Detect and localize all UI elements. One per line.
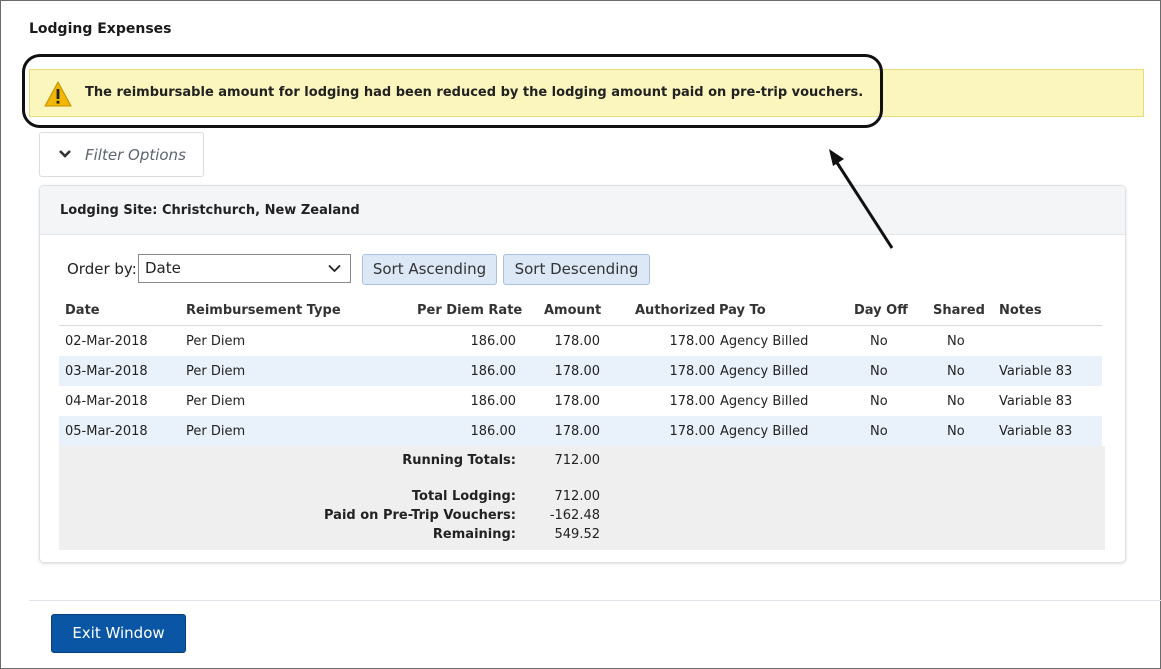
cell-pay-to: Agency Billed — [720, 424, 809, 439]
paid-pre-trip-label: Paid on Pre-Trip Vouchers: — [324, 508, 516, 523]
chevron-down-icon — [328, 264, 341, 273]
table-row[interactable]: 04-Mar-2018 Per Diem 186.00 178.00 178.0… — [59, 386, 1102, 416]
cell-authorized: 178.00 — [669, 394, 716, 409]
cell-notes: Variable 83 — [999, 394, 1073, 409]
exit-window-button[interactable]: Exit Window — [51, 614, 186, 653]
cell-per-diem-rate: 186.00 — [470, 364, 517, 379]
cell-reimbursement-type: Per Diem — [186, 394, 246, 409]
cell-shared: No — [947, 334, 965, 349]
cell-amount: 178.00 — [554, 424, 601, 439]
paid-pre-trip-value: -162.48 — [549, 508, 600, 523]
order-by-select[interactable]: Date — [138, 254, 351, 283]
cell-pay-to: Agency Billed — [720, 394, 809, 409]
cell-notes: Variable 83 — [999, 364, 1073, 379]
remaining-value: 549.52 — [554, 527, 601, 542]
cell-date: 02-Mar-2018 — [65, 334, 148, 349]
warning-triangle-icon — [44, 81, 72, 107]
sort-ascending-button[interactable]: Sort Ascending — [362, 254, 497, 285]
cell-authorized: 178.00 — [669, 424, 716, 439]
totals-block: Running Totals: 712.00 Total Lodging: 71… — [59, 446, 1105, 550]
cell-reimbursement-type: Per Diem — [186, 424, 246, 439]
running-totals-value: 712.00 — [554, 453, 601, 468]
col-header-pay-to[interactable]: Pay To — [719, 303, 766, 318]
running-totals-label: Running Totals: — [402, 453, 516, 468]
warning-banner: The reimbursable amount for lodging had … — [29, 69, 1144, 117]
total-lodging-value: 712.00 — [554, 489, 601, 504]
panel-title: Lodging Site: Christchurch, New Zealand — [60, 203, 360, 218]
col-header-per-diem-rate[interactable]: Per Diem Rate — [417, 303, 522, 318]
window-frame: Lodging Expenses The reimbursable amount… — [0, 0, 1161, 669]
cell-amount: 178.00 — [554, 364, 601, 379]
table-row[interactable]: 05-Mar-2018 Per Diem 186.00 178.00 178.0… — [59, 416, 1102, 446]
cell-notes: Variable 83 — [999, 424, 1073, 439]
col-header-shared[interactable]: Shared — [933, 303, 985, 318]
cell-per-diem-rate: 186.00 — [470, 424, 517, 439]
cell-day-off: No — [870, 394, 888, 409]
cell-shared: No — [947, 424, 965, 439]
section-title: Lodging Expenses — [29, 21, 172, 37]
table-row[interactable]: 03-Mar-2018 Per Diem 186.00 178.00 178.0… — [59, 356, 1102, 386]
cell-reimbursement-type: Per Diem — [186, 364, 246, 379]
total-lodging-label: Total Lodging: — [411, 489, 516, 504]
order-by-label: Order by: — [67, 260, 137, 278]
cell-amount: 178.00 — [554, 394, 601, 409]
filter-options-label: Filter Options — [85, 146, 186, 164]
cell-date: 04-Mar-2018 — [65, 394, 148, 409]
table-header-row: Date Reimbursement Type Per Diem Rate Am… — [59, 296, 1102, 326]
cell-per-diem-rate: 186.00 — [470, 394, 517, 409]
lodging-site-panel: Lodging Site: Christchurch, New Zealand … — [39, 185, 1126, 563]
cell-reimbursement-type: Per Diem — [186, 334, 246, 349]
remaining-label: Remaining: — [432, 527, 516, 542]
col-header-date[interactable]: Date — [65, 303, 100, 318]
cell-date: 03-Mar-2018 — [65, 364, 148, 379]
cell-pay-to: Agency Billed — [720, 334, 809, 349]
chevron-down-icon — [59, 150, 71, 158]
cell-date: 05-Mar-2018 — [65, 424, 148, 439]
footer-divider — [29, 600, 1161, 601]
cell-day-off: No — [870, 334, 888, 349]
cell-per-diem-rate: 186.00 — [470, 334, 517, 349]
filter-options-toggle[interactable]: Filter Options — [39, 132, 204, 177]
warning-message: The reimbursable amount for lodging had … — [85, 85, 864, 100]
col-header-notes[interactable]: Notes — [999, 303, 1042, 318]
sort-descending-button[interactable]: Sort Descending — [503, 254, 650, 285]
cell-shared: No — [947, 394, 965, 409]
cell-day-off: No — [870, 364, 888, 379]
col-header-reimbursement-type[interactable]: Reimbursement Type — [186, 303, 341, 318]
cell-shared: No — [947, 364, 965, 379]
order-by-value: Date — [145, 259, 181, 277]
cell-pay-to: Agency Billed — [720, 364, 809, 379]
panel-header: Lodging Site: Christchurch, New Zealand — [40, 186, 1125, 235]
col-header-authorized[interactable]: Authorized — [635, 303, 715, 318]
cell-day-off: No — [870, 424, 888, 439]
table-row[interactable]: 02-Mar-2018 Per Diem 186.00 178.00 178.0… — [59, 326, 1102, 356]
cell-authorized: 178.00 — [669, 364, 716, 379]
cell-authorized: 178.00 — [669, 334, 716, 349]
cell-amount: 178.00 — [554, 334, 601, 349]
col-header-day-off[interactable]: Day Off — [854, 303, 908, 318]
col-header-amount[interactable]: Amount — [544, 303, 601, 318]
